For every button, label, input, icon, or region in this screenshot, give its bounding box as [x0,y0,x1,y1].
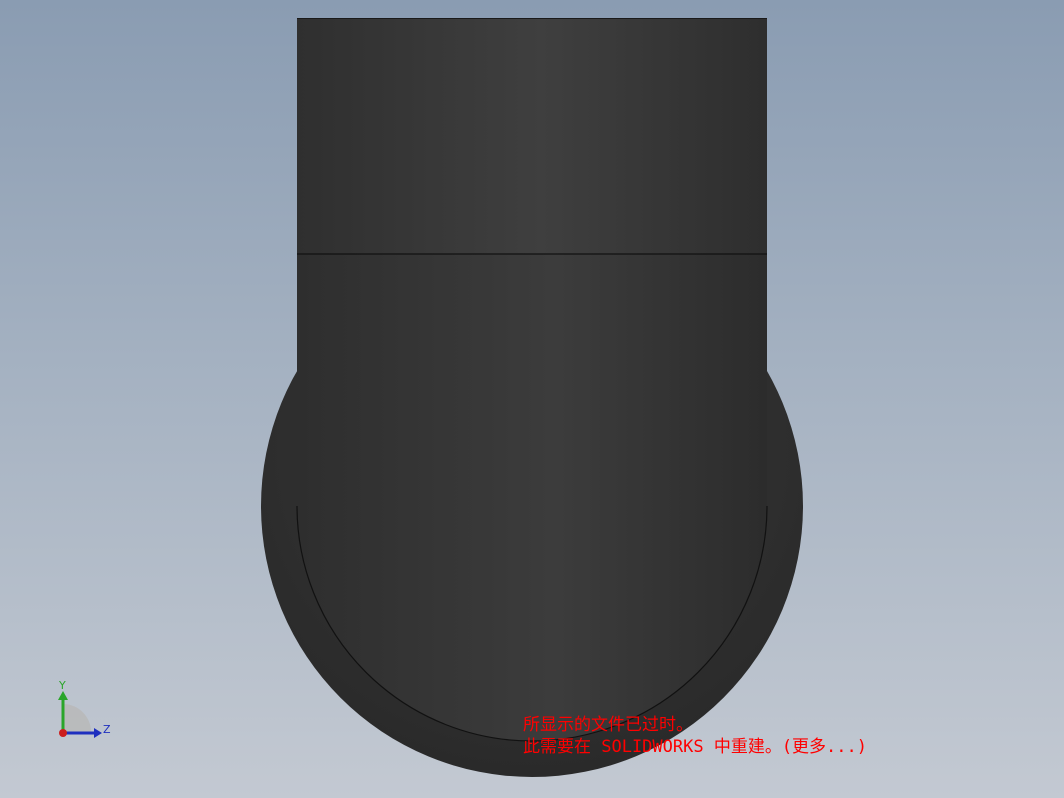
y-axis-label: Y [58,679,66,692]
rebuild-warning[interactable]: 所显示的文件已过时。 此需要在 SOLIDWORKS 中重建。(更多...) [523,714,867,758]
y-axis-arrowhead [58,691,68,700]
z-axis-label: Z [103,723,111,736]
z-axis-arrowhead [94,728,102,738]
warning-line-rebuild[interactable]: 此需要在 SOLIDWORKS 中重建。(更多...) [523,736,867,758]
triad-plane-quadrant [63,704,91,732]
model-view[interactable] [0,0,1064,798]
x-axis-dot [59,729,67,737]
orientation-triad[interactable]: Y Z [50,676,120,746]
pipe-upper-segment [297,18,767,254]
elbow-inner-body [297,254,767,741]
graphics-viewport[interactable]: Y Z 所显示的文件已过时。 此需要在 SOLIDWORKS 中重建。(更多..… [0,0,1064,798]
warning-line-outdated: 所显示的文件已过时。 [523,715,693,735]
